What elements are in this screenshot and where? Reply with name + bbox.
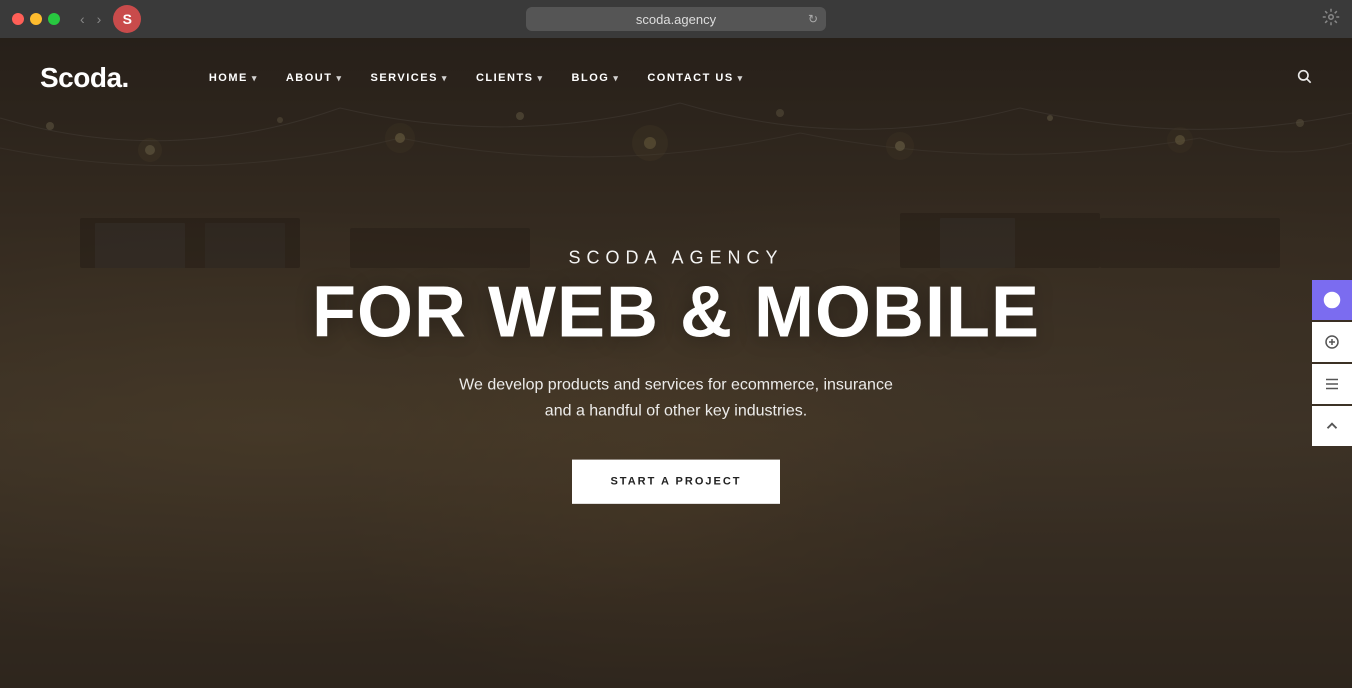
- hero-subtitle: SCODA AGENCY: [20, 248, 1332, 269]
- url-text: scoda.agency: [636, 12, 716, 27]
- site-logo[interactable]: Scoda.: [40, 62, 129, 94]
- blog-chevron-icon: ▾: [613, 73, 619, 84]
- minimize-button[interactable]: [30, 13, 42, 25]
- nav-home[interactable]: HOME ▾: [209, 72, 258, 84]
- nav-contact[interactable]: CONTACT US ▾: [647, 72, 743, 84]
- back-button[interactable]: ‹: [76, 9, 89, 29]
- close-button[interactable]: [12, 13, 24, 25]
- nav-blog[interactable]: BLOG ▾: [572, 72, 620, 84]
- nav-menu: HOME ▾ ABOUT ▾ SERVICES ▾ CLIENTS ▾ BLOG…: [209, 68, 1312, 89]
- hero-description: We develop products and services for eco…: [366, 373, 986, 424]
- clients-chevron-icon: ▾: [538, 73, 544, 84]
- reload-icon[interactable]: ↻: [808, 12, 818, 26]
- services-chevron-icon: ▾: [442, 73, 448, 84]
- website: Scoda. HOME ▾ ABOUT ▾ SERVICES ▾ CLIENTS…: [0, 38, 1352, 688]
- fullscreen-button[interactable]: [48, 13, 60, 25]
- home-chevron-icon: ▾: [252, 73, 258, 84]
- start-project-button[interactable]: START A PROJECT: [572, 460, 779, 504]
- nav-services[interactable]: SERVICES ▾: [370, 72, 447, 84]
- navbar: Scoda. HOME ▾ ABOUT ▾ SERVICES ▾ CLIENTS…: [0, 38, 1352, 118]
- hero-title: FOR WEB & MOBILE: [20, 277, 1332, 349]
- contact-chevron-icon: ▾: [738, 73, 744, 84]
- hero-content: SCODA AGENCY FOR WEB & MOBILE We develop…: [0, 248, 1352, 504]
- widget-target-button[interactable]: [1312, 280, 1352, 320]
- browser-nav-arrows: ‹ ›: [76, 9, 105, 29]
- browser-chrome: ‹ › S scoda.agency ↻: [0, 0, 1352, 38]
- about-chevron-icon: ▾: [336, 73, 342, 84]
- widget-scroll-top-button[interactable]: [1312, 406, 1352, 446]
- nav-clients[interactable]: CLIENTS ▾: [476, 72, 544, 84]
- widget-location-button[interactable]: [1312, 322, 1352, 362]
- sidebar-widget: [1312, 280, 1352, 446]
- address-bar[interactable]: scoda.agency ↻: [526, 7, 826, 31]
- extension-icon[interactable]: S: [113, 5, 141, 33]
- widget-list-button[interactable]: [1312, 364, 1352, 404]
- browser-settings-icon[interactable]: [1322, 8, 1340, 31]
- forward-button[interactable]: ›: [93, 9, 106, 29]
- traffic-lights: [12, 13, 60, 25]
- nav-about[interactable]: ABOUT ▾: [286, 72, 343, 84]
- extension-logo: S: [123, 11, 132, 27]
- search-button[interactable]: [1296, 68, 1312, 89]
